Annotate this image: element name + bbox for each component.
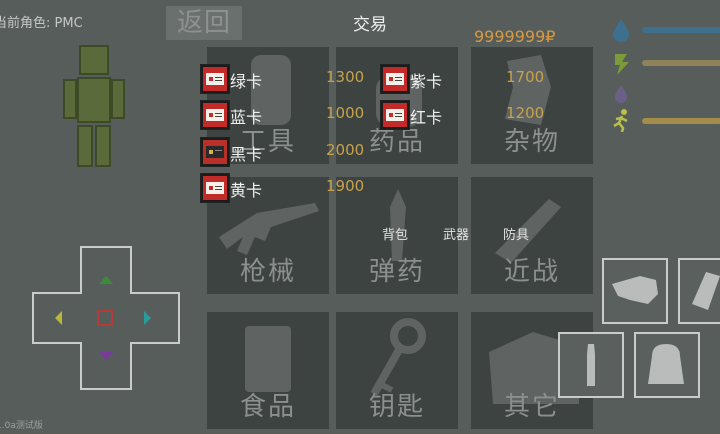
card-price: 1700 xyxy=(506,68,545,86)
keycard-icon xyxy=(200,173,230,203)
page-title: 交易 xyxy=(353,15,387,35)
category-label: 弹药 xyxy=(368,257,425,287)
keycard-icon xyxy=(380,64,410,94)
hydration-bar xyxy=(642,27,720,33)
keycard-icon xyxy=(380,100,410,130)
tab-backpack[interactable]: 背包 xyxy=(382,224,408,243)
character-avatar xyxy=(63,45,125,167)
card-item[interactable]: 红卡 1200 xyxy=(380,100,550,130)
money-display: 9999999₽ xyxy=(474,27,556,46)
backpack-icon xyxy=(648,344,684,384)
card-name: 黑卡 xyxy=(230,145,263,164)
stamina-bar xyxy=(642,118,720,124)
lightning-icon xyxy=(615,54,629,75)
version-label: 1.0a测试版 xyxy=(0,421,43,431)
slot-gloves[interactable] xyxy=(602,258,668,324)
category-keys[interactable]: 钥匙 xyxy=(336,312,458,429)
tab-weapons[interactable]: 武器 xyxy=(443,224,469,243)
card-price: 1900 xyxy=(326,177,365,195)
water-drop-icon xyxy=(613,19,629,42)
card-item[interactable]: 蓝卡 1000 xyxy=(200,100,370,130)
slot-ammo[interactable] xyxy=(558,332,624,398)
card-price: 1300 xyxy=(326,68,365,86)
current-character-label: 当前角色: PMC xyxy=(0,16,83,31)
card-price: 1200 xyxy=(506,104,545,122)
blood-drop-icon xyxy=(615,85,627,103)
card-item[interactable]: 黑卡 2000 xyxy=(200,137,370,167)
magazine-icon xyxy=(692,272,720,310)
card-name: 红卡 xyxy=(410,108,443,127)
card-name: 绿卡 xyxy=(230,72,263,91)
back-button[interactable]: 返回 xyxy=(166,6,242,40)
glove-icon xyxy=(612,276,658,304)
keycard-icon xyxy=(200,100,230,130)
keycard-icon xyxy=(200,64,230,94)
card-price: 1000 xyxy=(326,104,365,122)
tab-armor[interactable]: 防具 xyxy=(503,224,529,243)
card-name: 黄卡 xyxy=(230,181,263,200)
dpad xyxy=(32,246,180,390)
category-label: 枪械 xyxy=(239,257,296,287)
category-label: 食品 xyxy=(239,392,296,422)
card-name: 紫卡 xyxy=(410,72,443,91)
energy-bar xyxy=(642,60,720,66)
running-man-icon xyxy=(613,109,628,132)
category-label: 近战 xyxy=(503,257,560,287)
category-label: 钥匙 xyxy=(368,392,425,422)
slot-magazine[interactable] xyxy=(678,258,720,324)
category-food[interactable]: 食品 xyxy=(207,312,329,429)
card-item[interactable]: 绿卡 1300 xyxy=(200,64,370,94)
card-item[interactable]: 黄卡 1900 xyxy=(200,173,370,203)
card-price: 2000 xyxy=(326,141,365,159)
card-name: 蓝卡 xyxy=(230,108,263,127)
slot-backpack[interactable] xyxy=(634,332,700,398)
keycard-icon xyxy=(200,137,230,167)
category-melee[interactable]: 近战 xyxy=(471,177,593,294)
cartridge-icon xyxy=(587,344,595,386)
card-item[interactable]: 紫卡 1700 xyxy=(380,64,550,94)
